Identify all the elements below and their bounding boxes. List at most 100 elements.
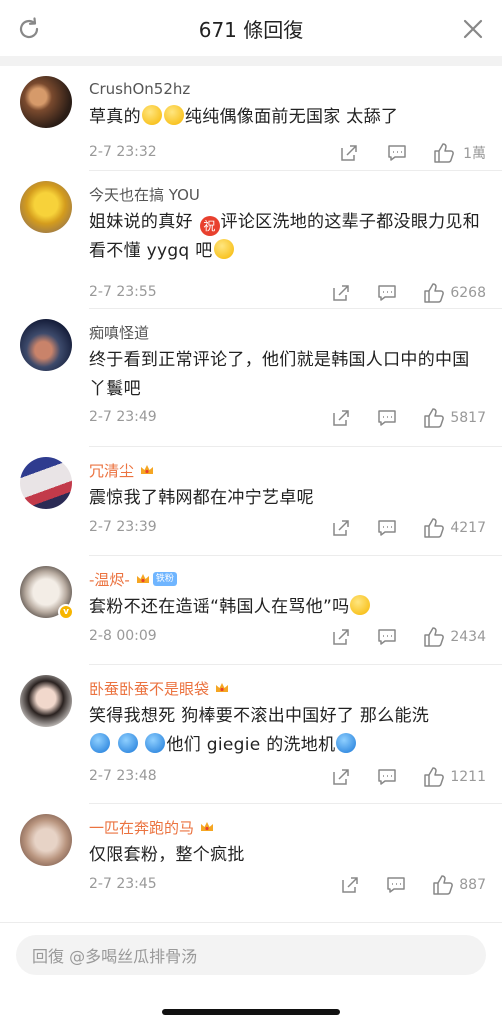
- comment-text: 草真的 纯纯偶像面前无国家 太舔了: [89, 103, 486, 132]
- comment-text-part: 纯纯偶像面前无国家 太舔了: [184, 107, 399, 127]
- comment-username[interactable]: CrushOn52hz: [89, 80, 190, 98]
- like-icon[interactable]: [423, 282, 445, 304]
- comment-icon[interactable]: [377, 283, 397, 303]
- comment-username[interactable]: 冗清尘: [89, 460, 134, 481]
- comment-item: 痴嗔怪道 终于看到正常评论了，他们就是韩国人口中的中国丫鬟吧 2-7 23:49…: [0, 309, 502, 447]
- comment-username[interactable]: -温烬-: [89, 569, 130, 590]
- comment-time: 2-7 23:45: [89, 876, 157, 892]
- avatar-image: [20, 181, 72, 233]
- comment-time: 2-7 23:32: [89, 144, 157, 160]
- like-icon[interactable]: [433, 142, 455, 164]
- comment-icon[interactable]: [377, 767, 397, 787]
- comment-icon[interactable]: [377, 518, 397, 538]
- share-icon[interactable]: [331, 283, 351, 303]
- like-icon[interactable]: [432, 874, 454, 896]
- avatar-image: [20, 319, 72, 371]
- like-count: 4217: [450, 520, 486, 536]
- avatar[interactable]: v: [20, 566, 74, 620]
- verified-badge-icon: v: [58, 604, 74, 620]
- like-count: 2434: [450, 629, 486, 645]
- comment-icon[interactable]: [377, 408, 397, 428]
- like-count: 6268: [450, 285, 486, 301]
- smile-emoji-icon: [350, 595, 371, 615]
- avatar[interactable]: [20, 319, 72, 371]
- refresh-icon[interactable]: [16, 16, 42, 42]
- crown-icon: [216, 683, 229, 692]
- avatar-image: [20, 76, 72, 128]
- share-icon[interactable]: [331, 408, 351, 428]
- page-title: 671 條回復: [198, 17, 304, 42]
- avatar[interactable]: [20, 181, 72, 233]
- like-count: 887: [459, 877, 486, 893]
- crown-icon: [136, 574, 149, 583]
- comment-text-part: 套粉不还在造谣“韩国人在骂他”吗: [89, 597, 350, 617]
- comment-time: 2-8 00:09: [89, 628, 157, 644]
- comment-item: 卧蚕卧蚕不是眼袋 笑得我想死 狗棒要不滚出中国好了 那么能洗 他们 giegie…: [0, 665, 502, 804]
- avatar[interactable]: [20, 76, 72, 128]
- comment-actions: 1211: [331, 766, 486, 788]
- crown-icon: [201, 822, 214, 831]
- reply-input[interactable]: 回復 @多喝丝瓜排骨汤: [16, 935, 486, 975]
- comment-text-part: 草真的: [89, 107, 141, 127]
- comment-icon[interactable]: [387, 143, 407, 163]
- comment-time: 2-7 23:55: [89, 284, 157, 300]
- comment-text: 姐妹说的真好 祝评论区洗地的这辈子都没眼力见和看不懂 yygq 吧: [89, 208, 486, 266]
- comment-icon[interactable]: [377, 627, 397, 647]
- like-icon[interactable]: [423, 407, 445, 429]
- comment-text-part: 他们 giegie 的洗地机: [166, 735, 336, 755]
- like-count: 1211: [450, 769, 486, 785]
- share-icon[interactable]: [331, 518, 351, 538]
- like-icon[interactable]: [423, 766, 445, 788]
- comment-actions: 4217: [331, 517, 486, 539]
- comment-actions: 887: [340, 874, 486, 896]
- close-icon[interactable]: [460, 16, 486, 42]
- cry-laugh-emoji-icon: [117, 733, 138, 753]
- comment-username[interactable]: 一匹在奔跑的马: [89, 817, 194, 838]
- comment-actions: 1萬: [339, 142, 486, 164]
- fan-badge: 铁粉: [152, 572, 177, 586]
- comment-item: v -温烬- 铁粉 套粉不还在造谣“韩国人在骂他”吗 2-8 00:09 243…: [0, 556, 502, 665]
- comment-actions: 5817: [331, 407, 486, 429]
- blessing-emoji-icon: 祝: [199, 216, 220, 236]
- grin-emoji-icon: [213, 239, 234, 259]
- comment-time: 2-7 23:48: [89, 768, 157, 784]
- emoji-icon: [163, 105, 184, 125]
- comment-time: 2-7 23:39: [89, 519, 157, 535]
- share-icon[interactable]: [340, 875, 360, 895]
- avatar[interactable]: [20, 457, 72, 509]
- comment-time: 2-7 23:49: [89, 409, 157, 425]
- avatar-image: [20, 814, 72, 866]
- comment-text: 套粉不还在造谣“韩国人在骂他”吗: [89, 593, 486, 622]
- comment-text: 仅限套粉，整个疯批: [89, 845, 245, 865]
- comment-item: 今天也在搞 YOU 姐妹说的真好 祝评论区洗地的这辈子都没眼力见和看不懂 yyg…: [0, 171, 502, 309]
- comment-text: 震惊我了韩网都在冲宁艺卓呢: [89, 488, 314, 508]
- comment-text: 终于看到正常评论了，他们就是韩国人口中的中国丫鬟吧: [89, 350, 470, 399]
- avatar-image: [20, 675, 72, 727]
- header: 671 條回復: [0, 0, 502, 56]
- like-count: 5817: [450, 410, 486, 426]
- cry-laugh-emoji-icon: [90, 733, 110, 753]
- cry-laugh-emoji-icon: [145, 733, 166, 753]
- like-icon[interactable]: [423, 517, 445, 539]
- comment-username[interactable]: 今天也在搞 YOU: [89, 184, 200, 205]
- comment-text: 笑得我想死 狗棒要不滚出中国好了 那么能洗 他们 giegie 的洗地机: [89, 702, 486, 760]
- home-indicator: [162, 1009, 340, 1015]
- comment-item: 冗清尘 震惊我了韩网都在冲宁艺卓呢 2-7 23:39 4217: [0, 447, 502, 556]
- comment-text-part: 笑得我想死 狗棒要不滚出中国好了 那么能洗: [89, 706, 430, 726]
- comment-list: CrushOn52hz 草真的 纯纯偶像面前无国家 太舔了 2-7 23:32 1…: [0, 66, 502, 913]
- comment-item: CrushOn52hz 草真的 纯纯偶像面前无国家 太舔了 2-7 23:32 1…: [0, 66, 502, 171]
- share-icon[interactable]: [339, 143, 359, 163]
- share-icon[interactable]: [331, 767, 351, 787]
- comment-icon[interactable]: [386, 875, 406, 895]
- header-divider: [0, 56, 502, 66]
- avatar[interactable]: [20, 814, 72, 866]
- comment-username[interactable]: 卧蚕卧蚕不是眼袋: [89, 678, 209, 699]
- like-count: 1萬: [463, 146, 486, 162]
- avatar[interactable]: [20, 675, 72, 727]
- comment-item: 一匹在奔跑的马 仅限套粉，整个疯批 2-7 23:45 887: [0, 804, 502, 913]
- comment-text-part: 姐妹说的真好: [89, 212, 199, 232]
- share-icon[interactable]: [331, 627, 351, 647]
- like-icon[interactable]: [423, 626, 445, 648]
- comment-username[interactable]: 痴嗔怪道: [89, 322, 149, 343]
- avatar-image: [20, 457, 72, 509]
